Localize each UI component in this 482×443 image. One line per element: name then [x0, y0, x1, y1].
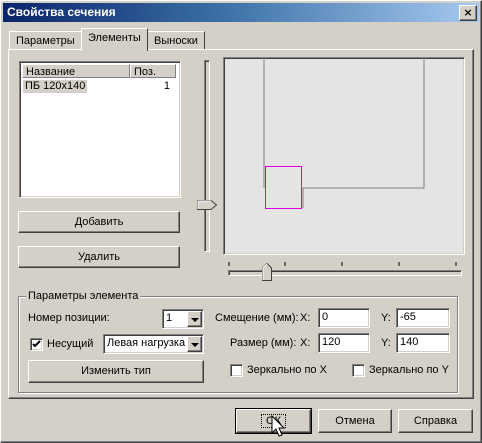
- mouse-cursor-icon: [271, 415, 285, 437]
- title-bar[interactable]: Свойства сечения ×: [3, 3, 479, 22]
- tab-parameters[interactable]: Параметры: [9, 31, 82, 50]
- position-select[interactable]: 1: [162, 309, 204, 329]
- chevron-down-icon[interactable]: [187, 311, 202, 327]
- column-header-pos[interactable]: Поз.: [130, 64, 176, 78]
- position-value: 1: [166, 312, 173, 324]
- size-y-input[interactable]: 140: [396, 333, 450, 353]
- mirror-x-label[interactable]: Зеркально по X: [247, 364, 327, 376]
- offset-y-label: Y:: [381, 312, 391, 324]
- size-y-label: Y:: [381, 337, 391, 349]
- vertical-slider-track[interactable]: [204, 60, 210, 252]
- delete-button[interactable]: Удалить: [18, 246, 180, 268]
- list-item-name: ПБ 120х140: [23, 80, 88, 93]
- elements-list[interactable]: Название Поз. ПБ 120х140 1: [19, 61, 181, 198]
- preview-canvas[interactable]: [223, 57, 465, 255]
- offset-x-input[interactable]: 0: [318, 308, 370, 328]
- load-value: Левая нагрузка: [107, 337, 186, 349]
- mirror-y-label[interactable]: Зеркально по Y: [369, 364, 449, 376]
- load-select[interactable]: Левая нагрузка: [103, 334, 204, 354]
- horizontal-slider-thumb[interactable]: [262, 262, 272, 281]
- size-x-label: X:: [300, 337, 311, 349]
- selected-element-rect: [265, 166, 302, 209]
- cancel-button[interactable]: Отмена: [318, 409, 392, 433]
- help-button[interactable]: Справка: [398, 409, 473, 433]
- slider-thumb-icon: [197, 200, 218, 210]
- vertical-slider-thumb[interactable]: [197, 200, 218, 210]
- tab-callouts[interactable]: Выноски: [147, 31, 205, 50]
- size-x-input[interactable]: 120: [318, 333, 370, 353]
- size-label: Размер (мм):: [230, 337, 297, 349]
- element-params-title: Параметры элемента: [26, 290, 141, 302]
- change-type-button[interactable]: Изменить тип: [28, 360, 204, 383]
- carrier-label[interactable]: Несущий: [47, 338, 93, 350]
- mirror-y-checkbox[interactable]: [352, 364, 365, 377]
- offset-label: Смещение (мм):: [215, 312, 299, 324]
- position-label: Номер позиции:: [28, 312, 110, 324]
- section-drawing: [263, 58, 425, 209]
- chevron-down-icon[interactable]: [187, 336, 202, 352]
- drawing-line-right: [302, 58, 425, 208]
- slider-thumb-icon: [262, 262, 272, 281]
- list-item[interactable]: ПБ 120х140 1: [22, 80, 176, 93]
- add-button[interactable]: Добавить: [18, 211, 180, 233]
- close-button[interactable]: ×: [459, 5, 477, 21]
- window-title: Свойства сечения: [7, 5, 116, 19]
- offset-x-label: X:: [300, 312, 311, 324]
- checkmark-icon: [32, 340, 41, 348]
- horizontal-slider-ticks: [228, 262, 457, 266]
- list-item-pos: 1: [163, 80, 170, 92]
- carrier-checkbox[interactable]: [30, 338, 43, 351]
- tab-elements[interactable]: Элементы: [81, 28, 148, 51]
- mirror-x-checkbox[interactable]: [230, 364, 243, 377]
- offset-y-input[interactable]: -65: [396, 308, 450, 328]
- column-header-name[interactable]: Название: [22, 64, 130, 78]
